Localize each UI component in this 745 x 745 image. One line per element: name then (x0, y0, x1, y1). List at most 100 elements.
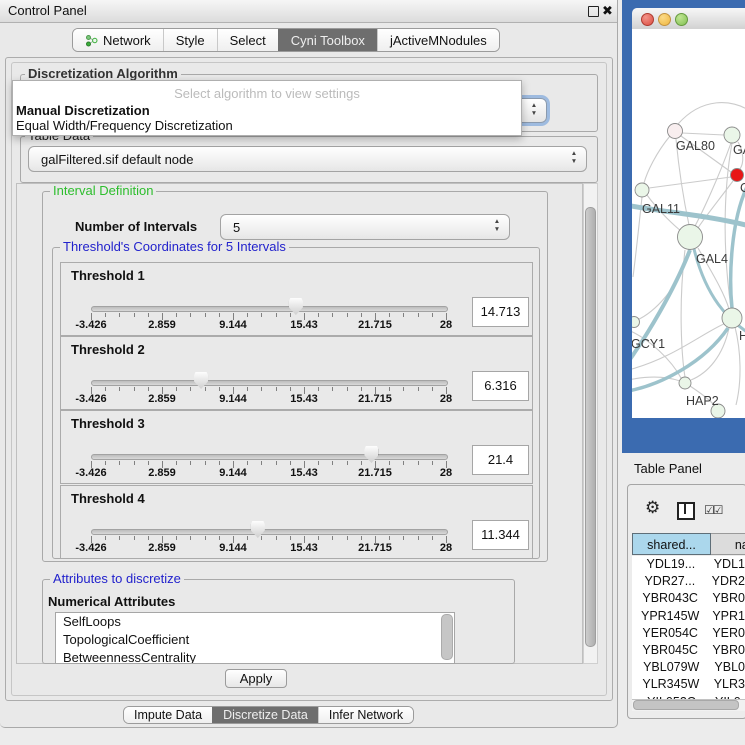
tab-infer-network[interactable]: Infer Network (318, 707, 413, 723)
minor-tick (134, 461, 135, 465)
minor-tick (205, 536, 206, 540)
minor-tick (105, 536, 106, 540)
popup-item-equal-width-frequency[interactable]: Equal Width/Frequency Discretization (16, 118, 233, 133)
table-row[interactable]: YBR043CYBR0 (632, 590, 745, 607)
network-node[interactable] (679, 377, 691, 389)
network-node[interactable] (722, 308, 742, 328)
slider-track[interactable] (91, 380, 448, 386)
tab-label: Style (176, 33, 205, 48)
columns-split-icon[interactable] (677, 502, 695, 520)
node-label: H (739, 329, 745, 343)
checkboxes-icon[interactable]: ☑☑ (704, 503, 722, 517)
network-node[interactable] (678, 225, 703, 250)
tick-label: 28 (440, 319, 452, 331)
table-row[interactable]: YDL19...YDL1 (632, 556, 745, 573)
attributes-list-scrollbar[interactable] (441, 614, 453, 660)
list-item[interactable]: TopologicalCoefficient (56, 631, 454, 649)
minor-tick (205, 387, 206, 391)
vertical-scrollbar-thumb[interactable] (585, 207, 596, 647)
threshold-value-field[interactable]: 11.344 (472, 520, 529, 550)
numerical-attributes-list[interactable]: SelfLoopsTopologicalCoefficientBetweenne… (55, 612, 455, 664)
traffic-light-close-button[interactable] (641, 13, 654, 26)
network-node[interactable] (724, 127, 740, 143)
minor-tick (148, 536, 149, 540)
network-edge (649, 177, 731, 188)
table-row[interactable]: YDR27...YDR2 (632, 573, 745, 590)
tab-select[interactable]: Select (217, 29, 278, 51)
slider-track[interactable] (91, 306, 448, 312)
popup-item-manual-discretization[interactable]: Manual Discretization (16, 103, 150, 118)
tab-cyni-toolbox[interactable]: Cyni Toolbox (278, 29, 377, 51)
minor-tick (361, 461, 362, 465)
threshold-value-field[interactable]: 6.316 (472, 371, 529, 401)
minor-tick (290, 387, 291, 391)
slider-track[interactable] (91, 454, 448, 460)
slider-thumb[interactable] (251, 521, 265, 538)
tick-label: -3.426 (75, 319, 106, 331)
horizontal-scrollbar-thumb[interactable] (633, 700, 739, 710)
tick-label: 9.144 (219, 319, 247, 331)
minor-tick (134, 387, 135, 391)
minor-tick (361, 313, 362, 317)
tick-label: 28 (440, 467, 452, 479)
slider-track[interactable] (91, 529, 448, 535)
network-canvas[interactable]: GAL80GACGAL11GAL4GCY1HHAP2 (632, 29, 745, 418)
cell-name: YDL1 (710, 556, 745, 573)
slider-thumb[interactable] (194, 372, 208, 389)
thresholds-caption: Threshold's Coordinates for 5 Intervals (60, 240, 289, 253)
minor-tick (276, 387, 277, 391)
minor-tick (205, 461, 206, 465)
gear-icon[interactable]: ⚙ (645, 498, 660, 518)
traffic-light-zoom-button[interactable] (675, 13, 688, 26)
table-row[interactable]: YER054CYER0 (632, 625, 745, 642)
network-node[interactable] (635, 183, 649, 197)
table-row[interactable]: YLR345WYLR3 (632, 676, 745, 693)
minor-tick (318, 461, 319, 465)
tab-jactivemnodules[interactable]: jActiveMNodules (377, 29, 499, 51)
network-node[interactable] (632, 317, 640, 328)
minor-tick (403, 536, 404, 540)
tab-label: jActiveMNodules (390, 33, 487, 48)
column-header-shared-name[interactable]: shared... (632, 533, 711, 555)
apply-button[interactable]: Apply (225, 669, 287, 688)
list-item[interactable]: SelfLoops (56, 613, 454, 631)
minor-tick (418, 461, 419, 465)
table-row[interactable]: YBL079WYBL0 (632, 659, 745, 676)
traffic-light-minimize-button[interactable] (658, 13, 671, 26)
tick-label: -3.426 (75, 542, 106, 554)
tab-impute-data[interactable]: Impute Data (124, 707, 212, 723)
table-rows[interactable]: YDL19...YDL1YDR27...YDR2YBR043CYBR0YPR14… (632, 556, 745, 699)
table-data-combo[interactable]: galFiltered.sif default node ▲▼ (28, 146, 587, 172)
minor-tick (432, 461, 433, 465)
minor-tick (134, 313, 135, 317)
tab-network[interactable]: Network (73, 29, 163, 51)
minor-tick (176, 387, 177, 391)
table-data-combo-value: galFiltered.sif default node (41, 152, 193, 167)
node-label: C (740, 181, 745, 195)
tab-style[interactable]: Style (163, 29, 217, 51)
network-node[interactable] (668, 124, 683, 139)
table-row[interactable]: YBR045CYBR0 (632, 642, 745, 659)
minor-tick (389, 536, 390, 540)
threshold-label: Threshold 1 (71, 268, 145, 283)
cell-name: YBR0 (708, 642, 745, 659)
network-node[interactable] (731, 169, 744, 182)
close-icon[interactable]: ✖ (602, 3, 613, 19)
minor-tick (176, 536, 177, 540)
threshold-value-field[interactable]: 14.713 (472, 297, 529, 327)
float-icon[interactable] (588, 6, 599, 17)
cell-shared-name: YBR045C (632, 642, 708, 659)
minor-tick (318, 536, 319, 540)
threshold-value-field[interactable]: 21.4 (472, 445, 529, 475)
tick-label: 9.144 (219, 393, 247, 405)
tick-label: 2.859 (148, 542, 176, 554)
number-of-intervals-combo[interactable]: 5 ▲▼ (220, 214, 510, 240)
tick-label: 9.144 (219, 467, 247, 479)
tab-discretize-data[interactable]: Discretize Data (212, 707, 318, 723)
slider-thumb[interactable] (289, 298, 303, 315)
list-item[interactable]: BetweennessCentrality (56, 649, 454, 664)
slider-thumb[interactable] (364, 446, 378, 463)
cell-shared-name: YDL19... (632, 556, 710, 573)
table-row[interactable]: YPR145WYPR1 (632, 608, 745, 625)
column-header-name[interactable]: name (711, 533, 745, 555)
